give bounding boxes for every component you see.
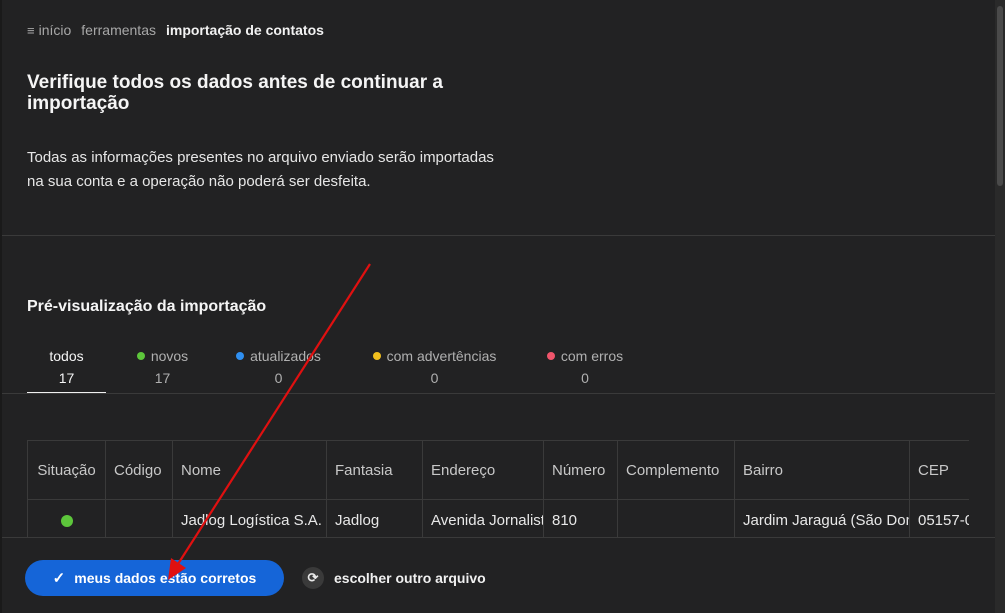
tab-novos[interactable]: novos 17 [106,346,219,394]
tab-label: com advertências [386,348,497,364]
cell-situacao [27,499,106,537]
cell-numero: 810 [543,499,618,537]
tab-com-erros[interactable]: com erros 0 [531,346,639,394]
column-header-codigo: Código [105,440,173,500]
page-description: Todas as informações presentes no arquiv… [27,149,494,190]
column-header-complemento: Complemento [617,440,735,500]
section-divider [2,235,995,236]
tab-count: 17 [154,370,171,386]
cell-cep: 05157-030 [909,499,969,537]
column-header-fantasia: Fantasia [326,440,423,500]
tab-label: todos [49,348,84,364]
yellow-dot-icon [372,352,381,360]
tab-atualizados[interactable]: atualizados 0 [219,346,338,394]
column-header-numero: Número [543,440,618,500]
tab-label: novos [150,348,189,364]
preview-table: Situação Código Nome Fantasia Endereço N… [27,440,969,537]
page-scrollbar[interactable] [995,0,1005,613]
preview-table-container[interactable]: Situação Código Nome Fantasia Endereço N… [27,440,969,537]
status-dot-icon [60,515,73,527]
left-edge [0,0,2,613]
tabs-divider [2,393,995,394]
red-dot-icon [546,352,555,360]
table-header-row: Situação Código Nome Fantasia Endereço N… [27,440,969,500]
cell-complemento [617,499,735,537]
check-icon: ✓ [52,570,66,587]
breadcrumb: ≡ início ferramentas importação de conta… [27,22,324,38]
column-header-bairro: Bairro [734,440,910,500]
breadcrumb-ferramentas[interactable]: ferramentas [81,22,156,38]
blue-dot-icon [236,352,245,360]
column-header-endereco: Endereço [422,440,544,500]
confirm-data-button[interactable]: ✓ meus dados estão corretos [25,560,284,596]
tab-com-advertencias[interactable]: com advertências 0 [338,346,531,394]
cell-codigo [105,499,173,537]
scrollbar-thumb[interactable] [997,6,1003,186]
cell-endereco: Avenida Jornalista [422,499,544,537]
refresh-icon: ⟳ [302,567,324,589]
tab-label: atualizados [250,348,321,364]
tab-label: com erros [560,348,624,364]
tab-count: 17 [58,370,75,386]
tab-count: 0 [581,370,589,386]
preview-title: Pré-visualização da importação [27,298,267,315]
cell-nome: Jadlog Logística S.A. [172,499,327,537]
menu-icon[interactable]: ≡ [27,23,35,38]
confirm-label: meus dados estão corretos [74,570,257,586]
breadcrumb-inicio[interactable]: início [39,22,72,38]
tab-count: 0 [430,370,439,386]
tab-count: 0 [274,370,283,386]
tab-todos[interactable]: todos 17 [27,346,106,394]
page-title: Verifique todos os dados antes de contin… [27,72,443,114]
filter-tabs: todos 17 novos 17 atualizados 0 com adve… [27,346,639,394]
choose-other-file-button[interactable]: ⟳ escolher outro arquivo [302,563,486,593]
column-header-nome: Nome [172,440,327,500]
table-row: Jadlog Logística S.A. Jadlog Avenida Jor… [27,499,969,537]
choose-other-label: escolher outro arquivo [334,570,486,586]
column-header-situacao: Situação [27,440,106,500]
green-dot-icon [136,352,145,360]
cell-bairro: Jardim Jaraguá (São Domingos) [734,499,910,537]
breadcrumb-current: importação de contatos [165,22,324,38]
column-header-cep: CEP [909,440,969,500]
cell-fantasia: Jadlog [326,499,423,537]
